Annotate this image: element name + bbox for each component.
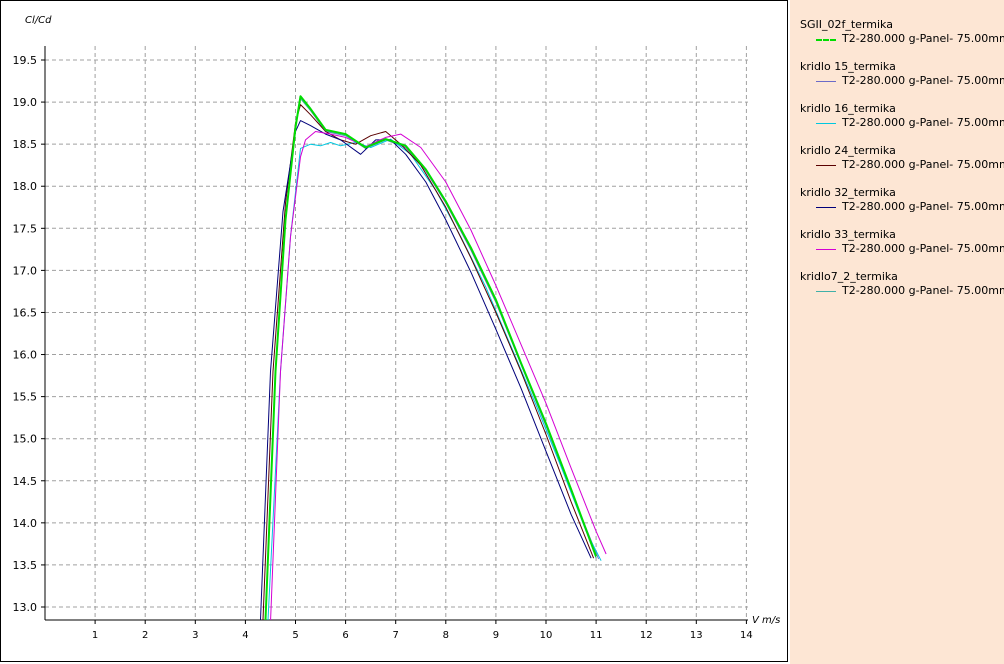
legend-series-label: T2-280.000 g-Panel- 75.00mm [842, 200, 1004, 213]
x-tick-label: 14 [740, 630, 753, 641]
x-tick-label: 9 [493, 630, 499, 641]
x-tick-label: 3 [192, 630, 198, 641]
legend-swatch [816, 39, 836, 41]
x-tick-label: 4 [242, 630, 248, 641]
y-tick-label: 19.5 [13, 54, 38, 67]
legend-series-label: T2-280.000 g-Panel- 75.00mm [842, 242, 1004, 255]
y-tick-label: 19.0 [13, 96, 38, 109]
x-tick-label: 12 [640, 630, 653, 641]
x-tick-label: 13 [690, 630, 703, 641]
y-tick-label: 13.0 [13, 601, 38, 614]
series-line-5 [259, 120, 592, 620]
legend-series-label: T2-280.000 g-Panel- 75.00mm [842, 158, 1004, 171]
series-line-4 [262, 104, 595, 620]
legend-series-name: kridlo 32_termika [800, 186, 896, 199]
legend-swatch [816, 249, 836, 250]
y-tick-label: 18.5 [13, 138, 38, 151]
legend-swatch [816, 123, 836, 124]
y-tick-label: 14.5 [13, 475, 38, 488]
x-tick-label: 6 [342, 630, 348, 641]
legend-series-name: kridlo7_2_termika [800, 270, 898, 283]
legend-series-name: kridlo 24_termika [800, 144, 896, 157]
x-axis-label: V m/s [752, 615, 780, 626]
chart-svg: 1 2 3 4 5 6 7 8 9 10 11 12 13 1413.013.514.014.515.01… [13, 15, 781, 641]
y-tick-label: 17.5 [13, 222, 38, 235]
legend-swatch [816, 165, 836, 166]
legend-panel: SGII_02f_termika T2-280.000 g-Panel- 75.0… [790, 0, 1004, 664]
y-tick-label: 14.0 [13, 517, 38, 530]
legend-swatch [816, 207, 836, 208]
series-line-2 [264, 97, 600, 620]
y-tick-label: 18.0 [13, 180, 38, 193]
x-tick-label: 1 [92, 630, 98, 641]
y-tick-label: 13.5 [13, 559, 38, 572]
legend-swatch [816, 291, 836, 292]
x-tick-label: 11 [590, 630, 603, 641]
x-tick-label: 5 [292, 630, 298, 641]
legend-series-name: kridlo 15_termika [800, 60, 896, 73]
y-tick-label: 16.0 [13, 349, 38, 362]
legend-series-label: T2-280.000 g-Panel- 75.00mm [842, 116, 1004, 129]
legend-series-label: T2-280.000 g-Panel- 75.00mm [842, 32, 1004, 45]
x-tick-label: 2 [142, 630, 148, 641]
legend-series-name: SGII_02f_termika [800, 18, 893, 31]
legend-series-name: kridlo 33_termika [800, 228, 896, 241]
series-line-3 [267, 138, 602, 620]
legend-series-label: T2-280.000 g-Panel- 75.00mm [842, 284, 1004, 297]
x-tick-label: 8 [443, 630, 449, 641]
legend-series-name: kridlo 16_termika [800, 102, 896, 115]
y-tick-label: 15.0 [13, 433, 38, 446]
y-tick-label: 17.0 [13, 264, 38, 277]
legend-series-label: T2-280.000 g-Panel- 75.00mm [842, 74, 1004, 87]
y-tick-label: 15.5 [13, 391, 38, 404]
y-tick-label: 16.5 [13, 306, 38, 319]
x-tick-label: 10 [540, 630, 553, 641]
legend-swatch [816, 81, 836, 82]
x-tick-label: 7 [393, 630, 399, 641]
plot-area: 1 2 3 4 5 6 7 8 9 10 11 12 13 14 13.0 13.5 14.0 14.5 15.0 1… [0, 0, 788, 662]
y-axis-label: Cl/Cd [25, 15, 52, 26]
